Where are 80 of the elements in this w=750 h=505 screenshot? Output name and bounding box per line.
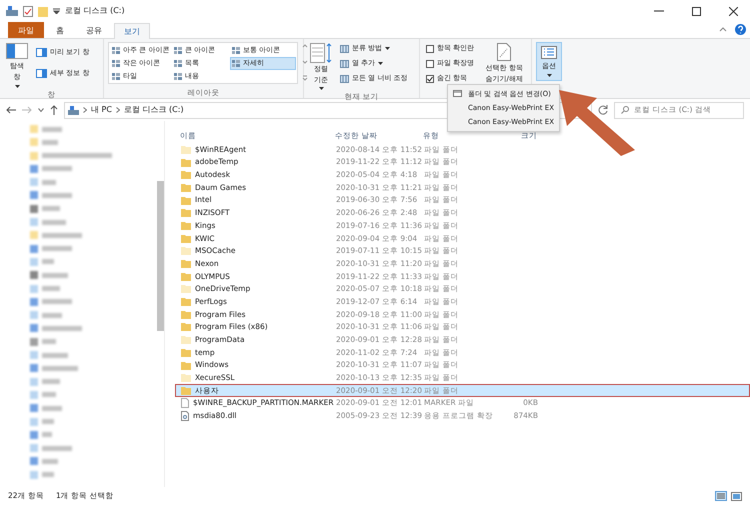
back-icon[interactable]: [6, 106, 16, 114]
details-view-icon[interactable]: [715, 491, 727, 501]
blurred-item[interactable]: [30, 364, 78, 372]
sort-icon: [310, 43, 332, 63]
column-icon: [340, 44, 349, 52]
view-icon: [232, 60, 240, 67]
blurred-item[interactable]: [30, 390, 56, 399]
blurred-item[interactable]: [30, 284, 60, 293]
chevron-icon[interactable]: [38, 108, 44, 112]
blurred-item[interactable]: [30, 444, 72, 452]
blurred-item[interactable]: [30, 430, 52, 439]
blurred-item[interactable]: [30, 351, 68, 360]
column-icon: [340, 74, 349, 82]
caret-icon: [385, 47, 390, 50]
blurred-item[interactable]: [30, 470, 54, 479]
checkbox[interactable]: [426, 74, 434, 82]
ribbon-tab[interactable]: 공유: [76, 22, 112, 38]
ribbon-tab[interactable]: 홈: [46, 22, 74, 38]
blurred-item[interactable]: [30, 258, 54, 266]
search-icon: [621, 106, 629, 114]
blurred-item[interactable]: [30, 191, 72, 200]
caret-icon: [378, 62, 384, 65]
column-icon: [340, 60, 349, 68]
blurred-item[interactable]: [30, 244, 72, 253]
view-icon: [112, 73, 120, 80]
view-icon: [112, 47, 120, 54]
breadcrumb[interactable]: 로컬 디스크 (C:): [124, 104, 184, 116]
up-icon[interactable]: [50, 105, 58, 115]
folder-icon[interactable]: [38, 6, 48, 16]
blurred-item[interactable]: [30, 204, 60, 213]
help-icon[interactable]: [735, 24, 746, 35]
window-title: 로컬 디스크 (C:): [65, 5, 125, 17]
pane-icon: [36, 48, 47, 57]
view-icon: [232, 47, 240, 54]
view-icon: [174, 60, 182, 67]
view-icon: [174, 73, 182, 80]
breadcrumb[interactable]: 내 PC: [91, 104, 112, 116]
blurred-item[interactable]: [30, 338, 56, 346]
refresh-icon[interactable]: [598, 105, 608, 115]
chevron-right-icon: [83, 107, 87, 113]
blurred-item[interactable]: [30, 298, 72, 306]
blurred-item[interactable]: [30, 125, 62, 133]
computer-icon: [68, 106, 79, 114]
caret-icon: [546, 74, 552, 77]
caret-icon: [14, 85, 20, 88]
options-icon: [541, 46, 557, 59]
drive-icon: [6, 6, 18, 16]
caret-icon[interactable]: [53, 8, 60, 14]
ribbon-tab[interactable]: 보기: [114, 23, 150, 39]
pane-icon: [36, 69, 47, 78]
close-icon[interactable]: [729, 6, 738, 16]
blurred-item[interactable]: [30, 418, 54, 426]
pane-icon: [6, 43, 28, 59]
file-tab[interactable]: 파일: [8, 22, 44, 38]
blurred-item[interactable]: [30, 178, 56, 186]
blurred-item[interactable]: [30, 164, 72, 173]
scrollbar[interactable]: [157, 181, 164, 331]
view-icon: [112, 60, 120, 67]
thumbnail-view-icon[interactable]: [731, 492, 742, 500]
collapse-icon[interactable]: [719, 27, 727, 32]
blurred-item[interactable]: [30, 218, 66, 226]
blurred-item[interactable]: [30, 152, 112, 160]
blurred-item[interactable]: [30, 457, 58, 466]
chevron-right-icon: [116, 107, 120, 113]
blurred-item[interactable]: [30, 231, 82, 240]
forward-icon[interactable]: [22, 106, 32, 114]
checkbox[interactable]: [426, 60, 434, 68]
blurred-item[interactable]: [30, 311, 62, 320]
document-icon: [497, 43, 512, 61]
caret-icon: [318, 87, 324, 90]
checkbox[interactable]: [426, 44, 434, 52]
blurred-item[interactable]: [30, 404, 62, 412]
window-icon: [453, 90, 462, 97]
gallery-scroll-icon[interactable]: [302, 42, 308, 82]
blurred-item[interactable]: [30, 271, 68, 280]
view-icon: [174, 47, 182, 54]
blurred-item[interactable]: [30, 138, 58, 146]
blurred-item[interactable]: [30, 324, 82, 332]
maximize-icon[interactable]: [692, 6, 701, 16]
blurred-item[interactable]: [30, 378, 60, 386]
